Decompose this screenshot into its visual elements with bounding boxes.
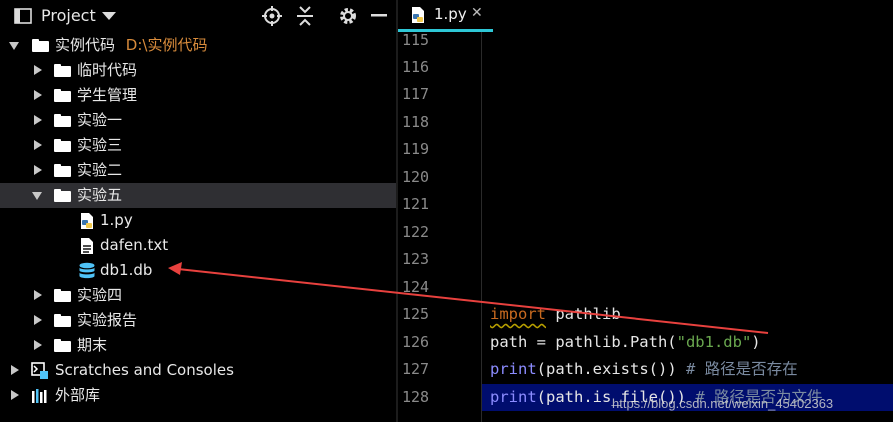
watermark: https://blog.csdn.net/weixin_45402363 — [612, 396, 834, 411]
annotation-arrow — [168, 262, 769, 334]
